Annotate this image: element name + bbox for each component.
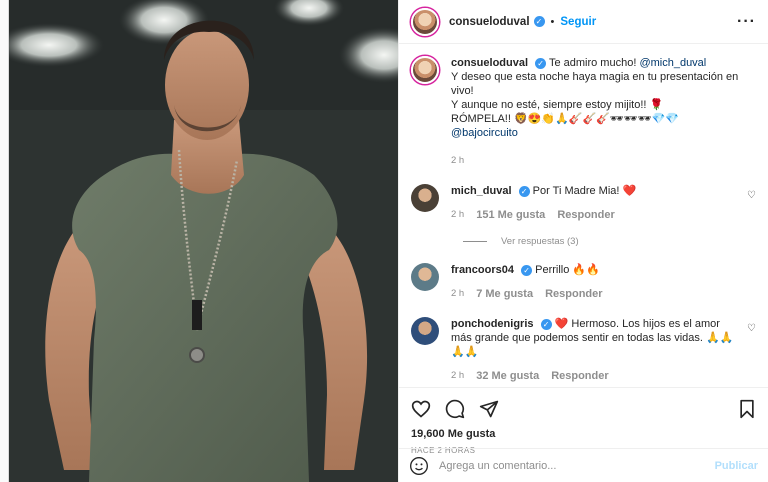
comment-text: Por Ti Madre Mia! ❤️ xyxy=(532,185,637,197)
verified-icon: ✓ xyxy=(533,16,545,27)
caption: consueloduval ✓ Te admiro mucho! @mich_d… xyxy=(411,56,756,168)
comment-input[interactable] xyxy=(439,459,715,472)
heart-icon[interactable] xyxy=(411,399,431,419)
comment-like-heart-icon[interactable]: ♡ xyxy=(747,323,756,334)
comment-likes[interactable]: 151 Me gusta xyxy=(476,208,545,222)
commenter-avatar[interactable] xyxy=(411,317,439,345)
comment-meta: 2 h 151 Me gusta Responder xyxy=(451,208,739,222)
commenter-avatar[interactable] xyxy=(411,263,439,291)
comment-item: ponchodenigris ✓ ❤️ Hermoso. Los hijos e… xyxy=(411,317,756,383)
post-photo[interactable] xyxy=(9,0,398,482)
reply-button[interactable]: Responder xyxy=(557,208,614,222)
commenter-username[interactable]: mich_duval xyxy=(451,185,512,197)
comment-body: mich_duval ✓ Por Ti Madre Mia! ❤️ 2 h 15… xyxy=(451,184,739,222)
mention-link[interactable]: @mich_duval xyxy=(639,57,706,69)
bookmark-icon[interactable] xyxy=(738,399,756,419)
comment-time[interactable]: 2 h xyxy=(451,208,464,222)
commenter-username[interactable]: francoors04 xyxy=(451,264,514,276)
reply-button[interactable]: Responder xyxy=(545,287,602,301)
comment-time[interactable]: 2 h xyxy=(451,369,464,383)
add-comment-bar: Publicar xyxy=(399,448,768,482)
caption-line-2: Y deseo que esta noche haya magia en tu … xyxy=(451,71,739,97)
post-header: consueloduval ✓ • Seguir ··· xyxy=(399,0,768,44)
comment-body: francoors04 ✓ Perrillo 🔥🔥 2 h 7 Me gusta… xyxy=(451,263,756,301)
verified-icon: ✓ xyxy=(535,57,547,69)
replies-line xyxy=(463,241,487,242)
comment-time[interactable]: 2 h xyxy=(451,287,464,301)
comment-item: francoors04 ✓ Perrillo 🔥🔥 2 h 7 Me gusta… xyxy=(411,263,756,301)
commenter-username[interactable]: ponchodenigris xyxy=(451,318,534,330)
likes-count[interactable]: 19,600 Me gusta xyxy=(411,428,756,440)
view-replies[interactable]: Ver respuestas (3) xyxy=(463,236,756,247)
verified-icon: ✓ xyxy=(521,264,533,276)
caption-line-3: Y aunque no esté, siempre estoy mijito!!… xyxy=(451,99,664,111)
comment-body: ponchodenigris ✓ ❤️ Hermoso. Los hijos e… xyxy=(451,317,739,383)
caption-body: consueloduval ✓ Te admiro mucho! @mich_d… xyxy=(451,56,756,168)
comment-meta: 2 h 7 Me gusta Responder xyxy=(451,287,756,301)
more-options-icon[interactable]: ··· xyxy=(737,13,756,31)
share-icon[interactable] xyxy=(479,399,499,419)
comment-like-heart-icon[interactable]: ♡ xyxy=(747,190,756,201)
caption-time[interactable]: 2 h xyxy=(451,154,464,168)
comment-item: mich_duval ✓ Por Ti Madre Mia! ❤️ 2 h 15… xyxy=(411,184,756,222)
instagram-post-modal: consueloduval ✓ • Seguir ··· consueloduv… xyxy=(8,0,768,482)
comment-icon[interactable] xyxy=(445,399,465,419)
comment-likes[interactable]: 32 Me gusta xyxy=(476,369,539,383)
publish-button[interactable]: Publicar xyxy=(715,460,758,472)
view-replies-label[interactable]: Ver respuestas (3) xyxy=(501,236,579,247)
emoji-icon[interactable] xyxy=(409,456,429,476)
caption-username[interactable]: consueloduval xyxy=(451,57,528,69)
caption-avatar[interactable] xyxy=(411,56,439,84)
comment-text: Perrillo 🔥🔥 xyxy=(535,264,600,276)
reply-button[interactable]: Responder xyxy=(551,369,608,383)
caption-line-4: RÓMPELA!! 🦁😍👏🙏🎸🎸🎸🕶🕶🕶💎💎 xyxy=(451,113,680,125)
verified-icon: ✓ xyxy=(540,318,552,330)
follow-button[interactable]: Seguir xyxy=(560,16,596,28)
mention-link[interactable]: @bajocircuito xyxy=(451,127,518,139)
post-details-panel: consueloduval ✓ • Seguir ··· consueloduv… xyxy=(398,0,768,482)
commenter-avatar[interactable] xyxy=(411,184,439,212)
comments-list[interactable]: consueloduval ✓ Te admiro mucho! @mich_d… xyxy=(399,44,768,387)
comment-likes[interactable]: 7 Me gusta xyxy=(476,287,533,301)
action-icons xyxy=(411,396,756,422)
man-portrait-image xyxy=(9,0,398,482)
caption-meta: 2 h xyxy=(451,154,756,168)
caption-line-1: Te admiro mucho! xyxy=(548,57,640,69)
author-username[interactable]: consueloduval xyxy=(449,16,530,28)
comment-meta: 2 h 32 Me gusta Responder xyxy=(451,369,739,383)
verified-icon: ✓ xyxy=(518,185,530,197)
separator-dot: • xyxy=(550,15,555,28)
author-avatar[interactable] xyxy=(411,7,439,36)
